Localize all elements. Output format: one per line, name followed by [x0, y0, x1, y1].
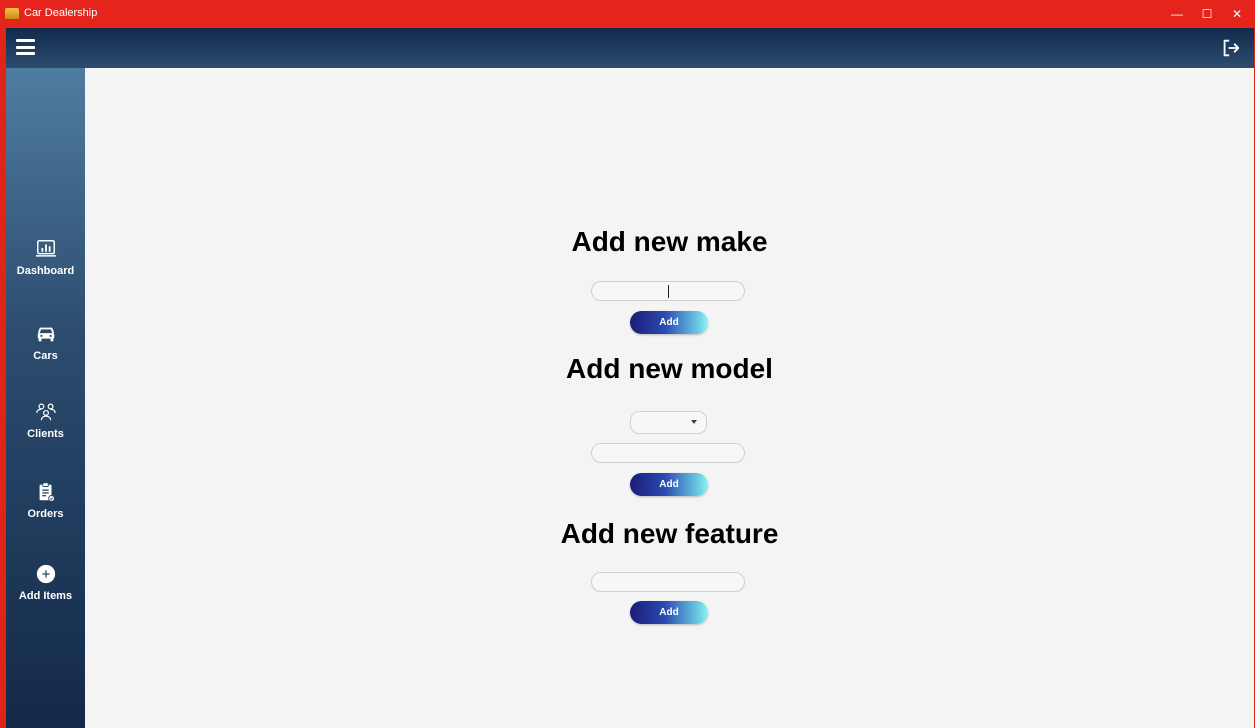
sidebar-item-cars[interactable]: Cars — [6, 323, 85, 362]
car-icon — [37, 327, 54, 342]
sidebar-item-orders[interactable]: Orders — [6, 481, 85, 520]
window-title-bar: Car Dealership — ☐ ✕ — [0, 0, 1255, 28]
window-title: Car Dealership — [24, 7, 98, 19]
close-button[interactable]: ✕ — [1222, 0, 1252, 28]
sidebar-item-label: Dashboard — [16, 265, 75, 277]
text-caret — [668, 285, 669, 298]
clipboard-orders-icon — [39, 482, 55, 502]
dashboard-chart-icon — [35, 240, 56, 257]
app-frame: Dashboard Cars Clients Orders Add Items … — [6, 28, 1254, 728]
sidebar-item-clients[interactable]: Clients — [6, 401, 85, 440]
clients-group-icon — [35, 403, 56, 421]
add-feature-heading: Add new feature — [560, 518, 779, 549]
plus-circle-icon — [36, 564, 55, 584]
sidebar-item-label: Add Items — [18, 590, 73, 602]
feature-name-input[interactable] — [591, 572, 745, 592]
chevron-down-icon — [691, 420, 697, 424]
sidebar-item-label: Orders — [27, 508, 64, 520]
maximize-button[interactable]: ☐ — [1192, 0, 1222, 28]
app-car-icon — [5, 8, 19, 19]
logout-icon[interactable] — [1220, 37, 1242, 59]
hamburger-menu-icon[interactable] — [16, 39, 35, 55]
make-select-dropdown[interactable] — [630, 411, 707, 434]
add-feature-button[interactable]: Add — [630, 601, 708, 624]
sidebar-item-label: Clients — [27, 428, 64, 440]
make-name-input[interactable] — [591, 281, 745, 301]
main-content: Add new make Add Add new model Add Add n… — [85, 68, 1254, 728]
sidebar-item-add-items[interactable]: Add Items — [6, 563, 85, 602]
minimize-button[interactable]: — — [1162, 0, 1192, 28]
add-model-heading: Add new model — [566, 353, 773, 384]
add-make-heading: Add new make — [571, 226, 768, 257]
app-bar — [6, 28, 1254, 68]
sidebar-item-label: Cars — [33, 350, 58, 362]
sidebar: Dashboard Cars Clients Orders Add Items — [6, 68, 85, 728]
model-name-input[interactable] — [591, 443, 745, 463]
add-make-button[interactable]: Add — [630, 311, 708, 334]
add-model-button[interactable]: Add — [630, 473, 708, 496]
sidebar-item-dashboard[interactable]: Dashboard — [6, 238, 85, 277]
